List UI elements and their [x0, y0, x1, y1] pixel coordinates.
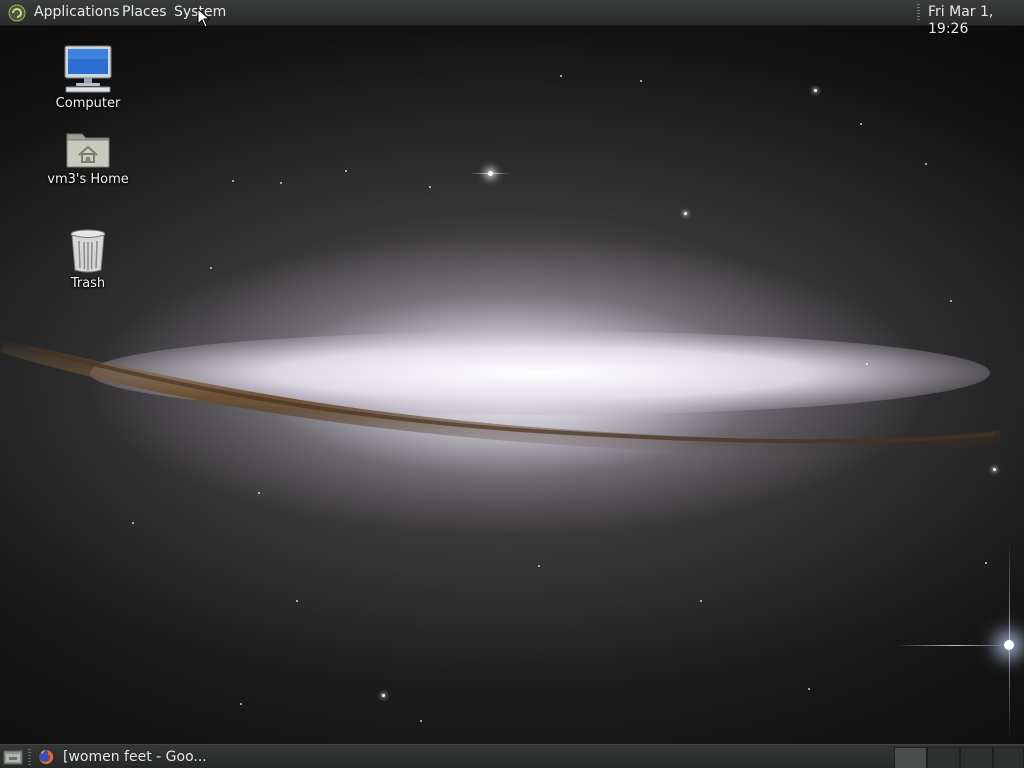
menu-places[interactable]: Places	[122, 4, 167, 21]
computer-icon	[64, 45, 112, 93]
trash-icon	[70, 229, 106, 273]
desktop[interactable]: Computer vm3's Home Trash Applications P…	[0, 0, 1024, 768]
desktop-icon-label: Computer	[55, 96, 121, 111]
distro-logo-icon[interactable]	[7, 3, 27, 23]
mouse-cursor-icon	[197, 8, 211, 28]
clock[interactable]: Fri Mar 1, 19:26	[928, 4, 1024, 38]
panel-separator	[28, 749, 31, 765]
taskbar-button-firefox[interactable]: [women feet - Goo...	[34, 746, 207, 768]
desktop-icon-computer[interactable]: Computer	[38, 44, 138, 111]
show-desktop-icon[interactable]	[3, 749, 23, 765]
workspace-2[interactable]	[927, 747, 960, 768]
firefox-icon	[39, 749, 54, 764]
taskbar-button-label: [women feet - Goo...	[63, 749, 207, 765]
top-panel: Applications Places System Fri Mar 1, 19…	[0, 0, 1024, 37]
desktop-icon-trash[interactable]: Trash	[38, 228, 138, 291]
menu-applications[interactable]: Applications	[34, 4, 120, 21]
desktop-icon-label: Trash	[70, 276, 106, 291]
bottom-panel: [women feet - Goo...	[0, 744, 1024, 768]
workspace-3[interactable]	[960, 747, 993, 768]
workspace-1[interactable]	[894, 747, 927, 768]
panel-separator	[917, 4, 920, 21]
home-folder-icon	[66, 133, 110, 168]
desktop-icon-home[interactable]: vm3's Home	[38, 128, 138, 187]
galaxy-dust-lane	[0, 331, 1000, 455]
workspace-4[interactable]	[993, 747, 1024, 768]
desktop-icon-label: vm3's Home	[47, 172, 129, 187]
